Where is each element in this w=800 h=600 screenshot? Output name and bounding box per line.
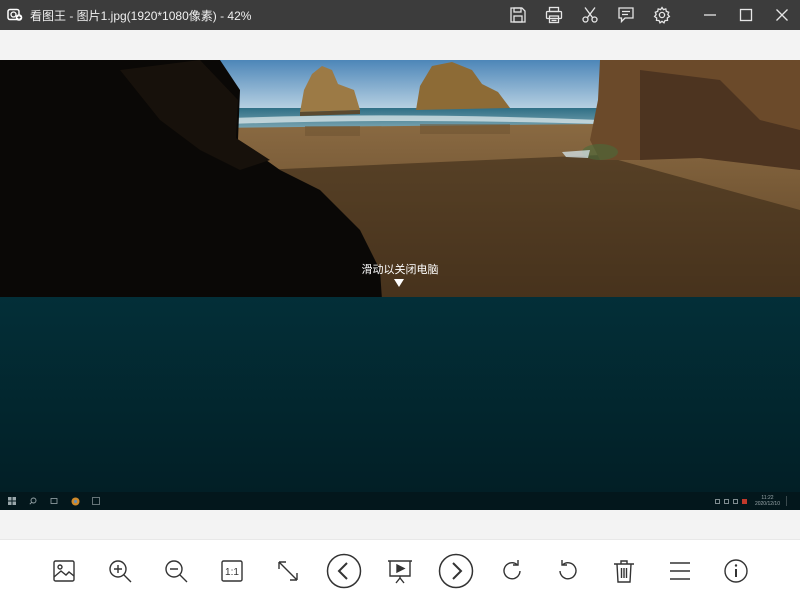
rotate-counterclockwise-icon[interactable] bbox=[550, 553, 586, 589]
lock-screen-hint: 滑动以关闭电脑 bbox=[361, 264, 439, 276]
delete-icon[interactable] bbox=[606, 553, 642, 589]
actual-size-label: 1:1 bbox=[225, 567, 239, 578]
save-icon[interactable] bbox=[500, 0, 536, 30]
app-icon bbox=[87, 492, 105, 510]
show-desktop-icon bbox=[786, 496, 792, 506]
bottom-toolbar: 1:1 bbox=[0, 539, 800, 600]
zoom-out-icon[interactable] bbox=[158, 553, 194, 589]
tray-app-icon bbox=[741, 498, 747, 504]
taskbar-search-icon bbox=[24, 492, 42, 510]
print-icon[interactable] bbox=[536, 0, 572, 30]
windows-start-icon bbox=[3, 492, 21, 510]
screenshot-taskbar: 11:22 2020/12/10 bbox=[0, 492, 800, 510]
task-view-icon bbox=[45, 492, 63, 510]
actual-size-button[interactable]: 1:1 bbox=[214, 553, 250, 589]
cut-icon[interactable] bbox=[572, 0, 608, 30]
feedback-icon[interactable] bbox=[608, 0, 644, 30]
browser-icon bbox=[66, 492, 84, 510]
previous-icon[interactable] bbox=[326, 553, 362, 589]
window-title: 看图王 - 图片1.jpg(1920*1080像素) - 42% bbox=[30, 8, 252, 23]
next-icon[interactable] bbox=[438, 553, 474, 589]
close-icon[interactable] bbox=[764, 0, 800, 30]
menu-icon[interactable] bbox=[662, 553, 698, 589]
image-viewer-area[interactable]: 滑动以关闭电脑 11:22 2020/12/10 bbox=[0, 30, 800, 539]
clock-date: 2020/12/10 bbox=[754, 501, 780, 507]
tray-network-icon bbox=[714, 498, 720, 504]
rotate-clockwise-icon[interactable] bbox=[494, 553, 530, 589]
settings-icon[interactable] bbox=[644, 0, 680, 30]
photo-viewer-logo-icon bbox=[0, 0, 30, 30]
minimize-icon[interactable] bbox=[692, 0, 728, 30]
image-open-icon[interactable] bbox=[46, 553, 82, 589]
actual-size-icon: 1:1 bbox=[221, 560, 243, 582]
down-arrow-icon bbox=[394, 279, 404, 287]
slideshow-icon[interactable] bbox=[382, 553, 418, 589]
maximize-icon[interactable] bbox=[728, 0, 764, 30]
system-tray: 11:22 2020/12/10 bbox=[713, 492, 792, 510]
taskbar-clock: 11:22 2020/12/10 bbox=[755, 495, 780, 507]
zoom-in-icon[interactable] bbox=[102, 553, 138, 589]
tray-volume-icon bbox=[723, 498, 729, 504]
displayed-image[interactable]: 滑动以关闭电脑 11:22 2020/12/10 bbox=[0, 60, 800, 510]
tray-battery-icon bbox=[732, 498, 738, 504]
title-separator bbox=[680, 0, 692, 30]
title-bar: 看图王 - 图片1.jpg(1920*1080像素) - 42% bbox=[0, 0, 800, 30]
fit-window-icon[interactable] bbox=[270, 553, 306, 589]
info-icon[interactable] bbox=[718, 553, 754, 589]
